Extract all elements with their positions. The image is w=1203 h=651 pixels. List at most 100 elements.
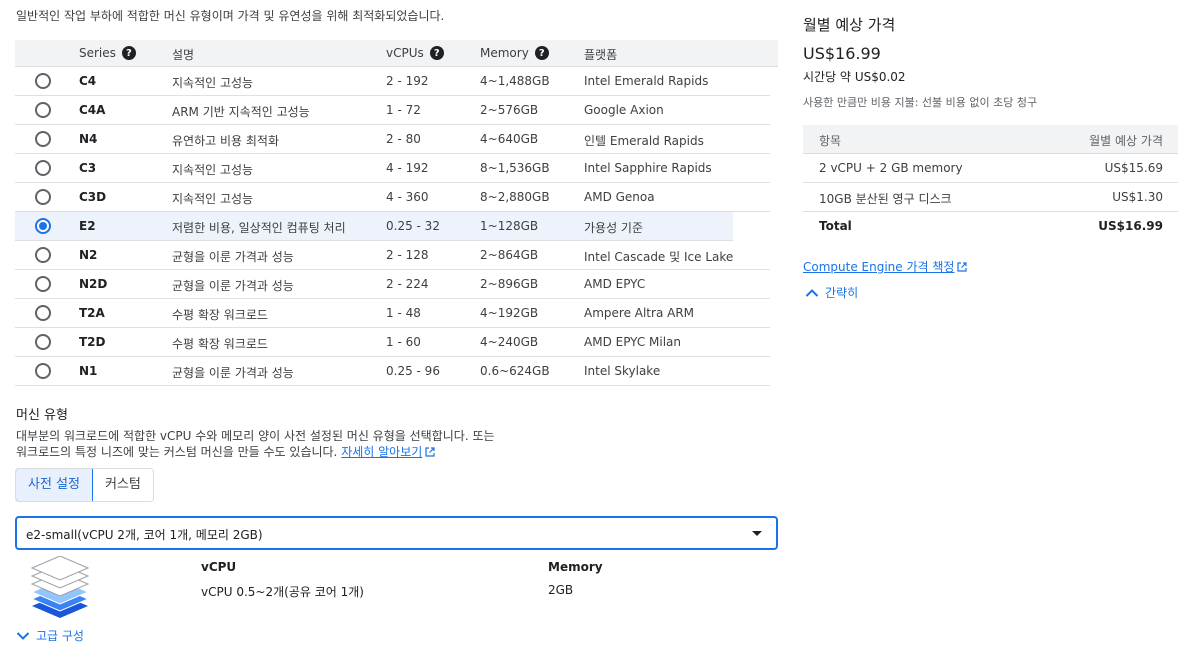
cost-row-cost: US$15.69 [1104,161,1163,175]
series-memory: 1~128GB [480,219,539,233]
radio-icon[interactable] [35,102,51,118]
cost-total-value: US$16.99 [1098,219,1163,233]
chevron-down-icon [16,631,30,640]
series-name: C4A [79,103,106,117]
cost-header-cost: 월별 예상 가격 [1089,134,1163,148]
series-vcpus: 2 - 192 [386,74,429,88]
radio-icon[interactable] [35,247,51,263]
cost-row-cost: US$1.30 [1112,190,1163,204]
help-icon[interactable]: ? [121,46,136,60]
dropdown-caret-icon [752,531,762,536]
series-memory: 2~896GB [480,277,539,291]
header-vcpus: vCPUs ? [386,46,444,60]
help-icon[interactable]: ? [534,46,549,60]
series-intro-text: 일반적인 작업 부하에 적합한 머신 유형이며 가격 및 유연성을 위해 최적화… [16,9,445,23]
series-name: N1 [79,364,98,378]
series-row-n4[interactable]: N4 유연하고 비용 최적화 2 - 80 4~640GB 인텔 Emerald Rap… [15,125,770,154]
series-row-c4[interactable]: C4 지속적인 고성능 2 - 192 4~1,488GB Intel Emerald … [15,67,770,96]
cost-row: 2 vCPU + 2 GB memory US$15.69 [803,154,1178,183]
series-memory: 8~1,536GB [480,161,550,175]
series-name: N2D [79,277,108,291]
series-platform: 가용성 기준 [584,221,644,235]
radio-icon[interactable] [35,305,51,321]
series-memory: 4~240GB [480,335,539,349]
series-name: C3D [79,190,107,204]
machine-type-toggle: 사전 설정 커스텀 [15,468,154,502]
series-memory: 4~1,488GB [480,74,550,88]
radio-icon[interactable] [35,189,51,205]
spec-vcpu-label: vCPU [201,560,237,574]
series-vcpus: 2 - 128 [386,248,429,262]
series-name: T2D [79,335,106,349]
advanced-config-label: 고급 구성 [36,629,84,643]
pricing-hourly-value: US$0.02 [854,70,906,84]
series-name: N4 [79,132,98,146]
machine-type-select[interactable]: e2-small(vCPU 2개, 코어 1개, 메모리 2GB) [15,516,778,550]
series-row-t2a[interactable]: T2A 수평 확장 워크로드 1 - 48 4~192GB Ampere Altra A… [15,299,770,328]
header-description-label: 설명 [172,48,195,62]
series-memory: 2~576GB [480,103,539,117]
series-vcpus: 4 - 360 [386,190,429,204]
radio-icon[interactable] [35,160,51,176]
cost-table: 항목 월별 예상 가격 2 vCPU + 2 GB memory US$15.6… [803,125,1178,241]
learn-more-link[interactable]: 자세히 알아보기 [341,445,435,459]
series-description: ARM 기반 지속적인 고성능 [172,105,310,119]
series-description: 저렴한 비용, 일상적인 컴퓨팅 처리 [172,221,346,235]
cost-table-header: 항목 월별 예상 가격 [803,125,1178,154]
cost-row-item: 2 vCPU + 2 GB memory [819,161,963,175]
series-platform: Intel Cascade 및 Ice Lake [584,250,734,264]
series-memory: 2~864GB [480,248,539,262]
series-platform: 인텔 Emerald Rapids [584,134,704,148]
series-name: T2A [79,306,105,320]
tab-custom[interactable]: 커스텀 [92,469,153,501]
external-link-icon [957,262,968,272]
tab-preset[interactable]: 사전 설정 [15,469,93,501]
radio-icon[interactable] [35,131,51,147]
series-row-c4a[interactable]: C4A ARM 기반 지속적인 고성능 1 - 72 2~576GB Google Ax… [15,96,770,125]
series-description: 수평 확장 워크로드 [172,337,268,351]
compute-engine-pricing-link[interactable]: Compute Engine 가격 책정 [803,258,968,275]
machine-type-title: 머신 유형 [16,408,68,423]
pricing-title: 월별 예상 가격 [803,16,896,34]
collapse-pricing-toggle[interactable]: 간략히 [805,284,858,301]
collapse-label: 간략히 [825,286,859,300]
series-row-n2[interactable]: N2 균형을 이룬 가격과 성능 2 - 128 2~864GB Intel Casca… [15,241,770,270]
series-platform: Google Axion [584,103,664,117]
series-name: N2 [79,248,98,262]
cost-header-item: 항목 [819,134,842,148]
external-link-icon [425,447,435,457]
series-row-n1[interactable]: N1 균형을 이룬 가격과 성능 0.25 - 96 0.6~624GB Intel S… [15,357,770,386]
series-row-e2[interactable]: E2 저렴한 비용, 일상적인 컴퓨팅 처리 0.25 - 32 1~128GB 가용성… [15,212,733,241]
header-description: 설명 [172,46,194,63]
series-platform: Intel Emerald Rapids [584,74,709,88]
series-description: 균형을 이룬 가격과 성능 [172,250,294,264]
series-vcpus: 1 - 48 [386,306,421,320]
radio-icon[interactable] [35,73,51,89]
learn-more-label: 자세히 알아보기 [341,445,423,459]
help-icon[interactable]: ? [429,46,444,60]
pricing-hourly: 시간당 약 US$0.02 [803,68,906,85]
series-description: 지속적인 고성능 [172,163,254,177]
cost-row-item: 10GB 분산된 영구 디스크 [819,192,952,206]
machine-type-selected-value: e2-small(vCPU 2개, 코어 1개, 메모리 2GB) [26,528,263,542]
series-platform: AMD EPYC Milan [584,335,682,349]
series-memory: 4~192GB [480,306,539,320]
machine-type-desc-text: 워크로드의 특정 니즈에 맞는 커스텀 머신을 만들 수도 있습니다. [16,445,338,459]
machine-type-desc-line2: 워크로드의 특정 니즈에 맞는 커스텀 머신을 만들 수도 있습니다. 자세히 … [16,444,536,460]
series-description: 지속적인 고성능 [172,76,254,90]
series-vcpus: 0.25 - 32 [386,219,440,233]
series-row-t2d[interactable]: T2D 수평 확장 워크로드 1 - 60 4~240GB AMD EPYC Milan [15,328,770,357]
radio-icon[interactable] [35,276,51,292]
radio-icon[interactable] [35,334,51,350]
series-row-c3d[interactable]: C3D 지속적인 고성능 4 - 360 8~2,880GB AMD Genoa [15,183,770,212]
pricing-monthly: US$16.99 [803,44,881,63]
series-row-c3[interactable]: C3 지속적인 고성능 4 - 192 8~1,536GB Intel Sapphire… [15,154,770,183]
series-table: Series ? 설명 vCPUs ? Memory ? 플랫폼 C4 지속적인 … [15,40,778,386]
series-row-n2d[interactable]: N2D 균형을 이룬 가격과 성능 2 - 224 2~896GB AMD EPYC [15,270,770,299]
spec-memory-value: 2GB [548,583,574,597]
radio-icon[interactable] [35,218,51,234]
series-description: 수평 확장 워크로드 [172,308,268,322]
radio-icon[interactable] [35,363,51,379]
advanced-config-toggle[interactable]: 고급 구성 [16,627,84,644]
cost-total-label: Total [819,219,852,233]
